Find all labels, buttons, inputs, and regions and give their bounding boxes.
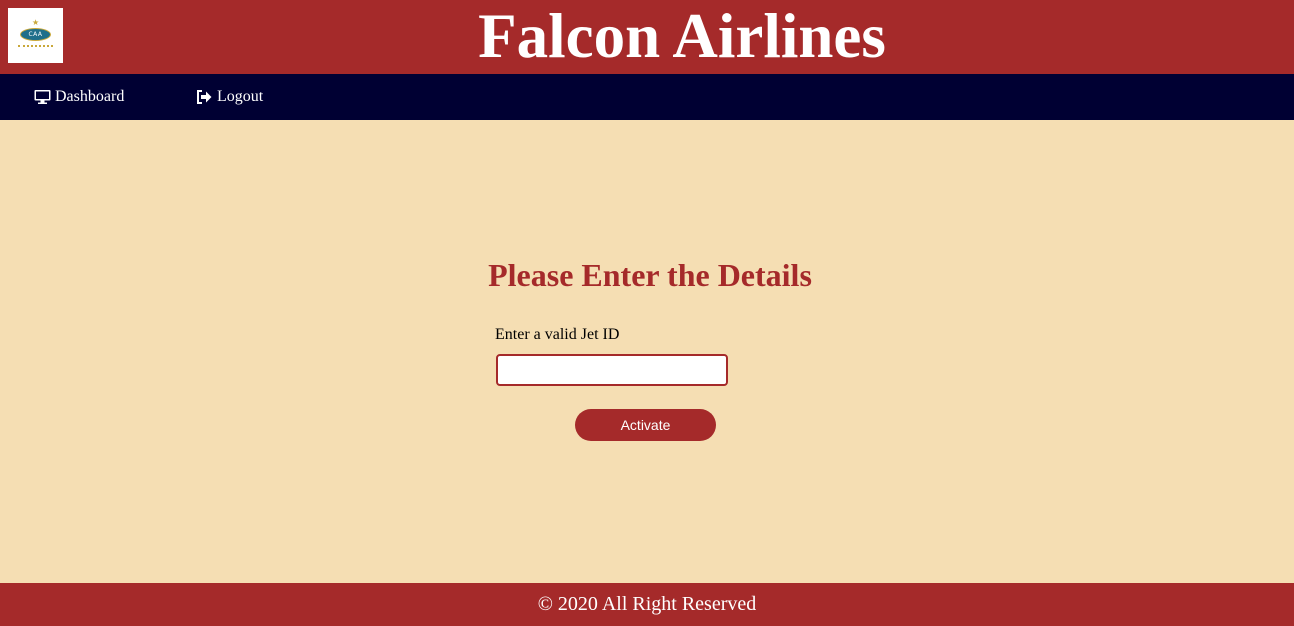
footer: © 2020 All Right Reserved <box>0 583 1294 626</box>
page: ★ CAA Falcon Airlines Dashboard Logout P… <box>0 0 1294 626</box>
page-heading: Please Enter the Details <box>488 257 812 293</box>
nav-item-logout[interactable]: Logout <box>196 74 263 120</box>
desktop-icon <box>34 90 51 104</box>
activate-button[interactable]: Activate <box>575 409 716 441</box>
sign-out-icon <box>197 90 212 104</box>
navbar: Dashboard Logout <box>0 74 1294 120</box>
header: ★ CAA Falcon Airlines <box>0 0 1294 74</box>
nav-item-label: Dashboard <box>55 88 125 105</box>
site-title: Falcon Airlines <box>478 1 886 71</box>
jet-id-input[interactable] <box>496 354 728 386</box>
nav-item-dashboard[interactable]: Dashboard <box>34 74 124 120</box>
nav-item-label: Logout <box>217 88 264 105</box>
jet-id-label: Enter a valid Jet ID <box>495 326 620 343</box>
